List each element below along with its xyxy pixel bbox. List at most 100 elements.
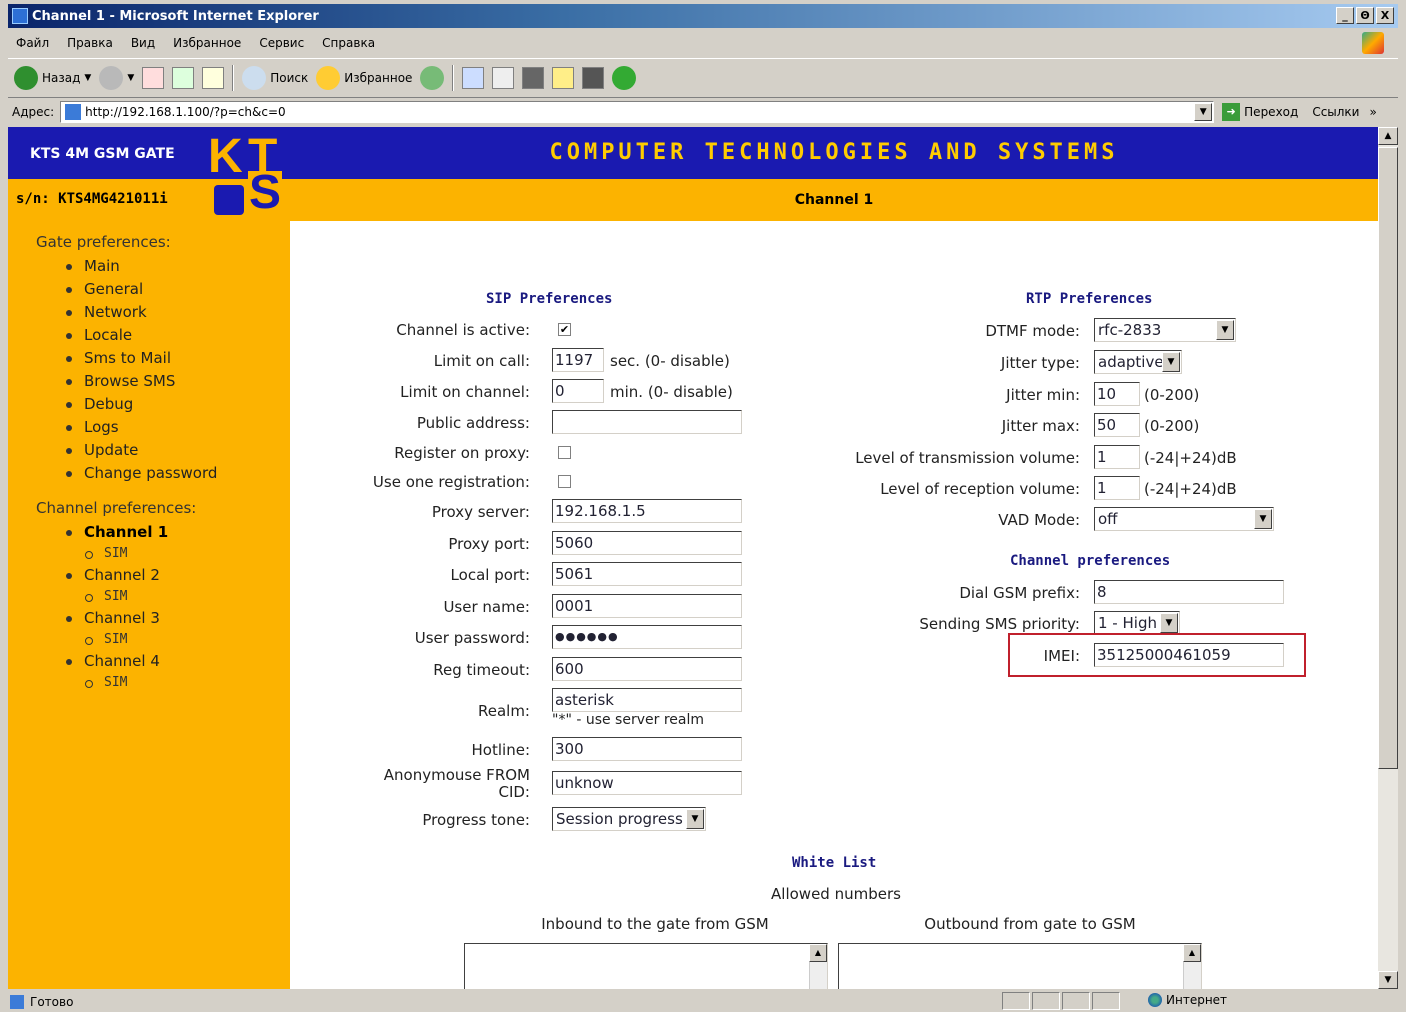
history-icon[interactable] — [420, 66, 445, 90]
inbound-numbers-textarea[interactable]: ▲ — [464, 943, 828, 989]
chevron-down-icon[interactable]: ▼ — [1254, 509, 1272, 529]
sidebar-item-change-password[interactable]: Change password — [8, 462, 290, 485]
forward-dropdown-icon[interactable]: ▼ — [127, 73, 134, 83]
scroll-up-icon[interactable]: ▲ — [809, 944, 827, 962]
close-button[interactable]: X — [1376, 7, 1394, 24]
scrollbar-thumb[interactable] — [1378, 147, 1398, 769]
sidebar-item-update[interactable]: Update — [8, 439, 290, 462]
sms-priority-select[interactable]: 1 - High ▼ — [1094, 611, 1180, 635]
sidebar-item-channel-4[interactable]: Channel 4 — [8, 650, 290, 673]
vad-select[interactable]: off ▼ — [1094, 507, 1274, 531]
jitter-min-note: (0-200) — [1144, 386, 1200, 404]
progress-tone-select[interactable]: Session progress ▼ — [552, 807, 706, 831]
tx-volume-label: Level of transmission volume: — [855, 449, 1080, 467]
gate-preferences-heading: Gate preferences: — [36, 233, 171, 251]
status-bar: Готово Интернет — [8, 992, 1398, 1012]
chevron-down-icon[interactable]: ▼ — [1160, 613, 1178, 633]
scroll-down-icon[interactable]: ▼ — [1378, 971, 1398, 989]
sidebar-item-network[interactable]: Network — [8, 301, 290, 324]
print-icon[interactable] — [492, 67, 515, 89]
back-label: Назад — [42, 71, 81, 85]
sidebar-item-locale[interactable]: Locale — [8, 324, 290, 347]
row-realm: Realm: asterisk "*" - use server realm — [290, 688, 890, 732]
jitter-min-input[interactable]: 10 — [1094, 382, 1140, 406]
back-dropdown-icon[interactable]: ▼ — [84, 73, 91, 83]
dtmf-select[interactable]: rfc-2833 ▼ — [1094, 318, 1236, 342]
menu-tools[interactable]: Сервис — [259, 36, 304, 50]
jitter-type-label: Jitter type: — [1000, 354, 1080, 372]
sidebar-item-channel-1-sim[interactable]: SIM — [8, 544, 290, 564]
sms-priority-value: 1 - High — [1098, 614, 1157, 632]
menu-favorites[interactable]: Избранное — [173, 36, 241, 50]
chevron-down-icon[interactable]: ▼ — [1216, 320, 1234, 340]
channel-active-checkbox[interactable]: ✔ — [558, 323, 571, 336]
restore-button[interactable]: Θ — [1356, 7, 1374, 24]
minimize-button[interactable]: _ — [1336, 7, 1354, 24]
jitter-type-select[interactable]: adaptive ▼ — [1094, 350, 1182, 374]
jitter-max-label: Jitter max: — [1001, 417, 1080, 435]
sidebar-item-channel-3-sim[interactable]: SIM — [8, 630, 290, 650]
hotline-input[interactable]: 300 — [552, 737, 742, 761]
edit-icon[interactable] — [522, 67, 545, 89]
register-proxy-checkbox[interactable] — [558, 446, 571, 459]
row-jitter-max: Jitter max: 50 (0-200) — [710, 413, 1370, 439]
favorites-button[interactable]: Избранное — [316, 66, 412, 90]
inbound-label: Inbound to the gate from GSM — [541, 915, 769, 933]
sidebar-item-sms-to-mail[interactable]: Sms to Mail — [8, 347, 290, 370]
proxy-port-input[interactable]: 5060 — [552, 531, 742, 555]
forward-arrow-icon — [99, 66, 124, 90]
outbound-label: Outbound from gate to GSM — [924, 915, 1136, 933]
sidebar-item-channel-1[interactable]: Channel 1 — [8, 521, 290, 544]
home-icon[interactable] — [202, 67, 225, 89]
realm-input[interactable]: asterisk — [552, 688, 742, 712]
one-registration-checkbox[interactable] — [558, 475, 571, 488]
limit-call-input[interactable]: 1197 — [552, 348, 604, 372]
sidebar-item-main[interactable]: Main — [8, 255, 290, 278]
page-scrollbar[interactable]: ▲ ▼ — [1378, 127, 1398, 989]
outbound-numbers-textarea[interactable]: ▲ — [838, 943, 1202, 989]
sidebar-item-logs[interactable]: Logs — [8, 416, 290, 439]
allowed-numbers-caption: Allowed numbers — [771, 885, 901, 903]
links-button[interactable]: Ссылки — [1312, 105, 1359, 119]
rx-volume-input[interactable]: 1 — [1094, 476, 1140, 500]
sidebar-item-channel-2-sim[interactable]: SIM — [8, 587, 290, 607]
scroll-up-icon[interactable]: ▲ — [1183, 944, 1201, 962]
tx-volume-input[interactable]: 1 — [1094, 445, 1140, 469]
address-dropdown-icon[interactable]: ▼ — [1194, 103, 1213, 121]
search-button[interactable]: Поиск — [242, 66, 308, 90]
imei-input[interactable]: 35125000461059 — [1094, 643, 1284, 667]
anonymous-from-input[interactable]: unknow — [552, 771, 742, 795]
chevron-down-icon[interactable]: ▼ — [1162, 352, 1180, 372]
mail-icon[interactable] — [462, 67, 485, 89]
sidebar-item-browse-sms[interactable]: Browse SMS — [8, 370, 290, 393]
messenger-icon[interactable] — [582, 67, 605, 89]
sidebar-item-channel-2[interactable]: Channel 2 — [8, 564, 290, 587]
row-jitter-min: Jitter min: 10 (0-200) — [710, 382, 1370, 408]
sidebar-item-channel-3[interactable]: Channel 3 — [8, 607, 290, 630]
menu-file[interactable]: Файл — [16, 36, 49, 50]
chevron-right-icon[interactable]: » — [1369, 105, 1376, 119]
address-url[interactable]: http://192.168.1.100/?p=ch&c=0 — [85, 105, 285, 119]
jitter-max-input[interactable]: 50 — [1094, 413, 1140, 437]
scroll-up-icon[interactable]: ▲ — [1378, 127, 1398, 145]
status-pane — [1032, 992, 1060, 1010]
menu-view[interactable]: Вид — [131, 36, 155, 50]
address-input[interactable]: http://192.168.1.100/?p=ch&c=0 ▼ — [60, 101, 1215, 123]
back-button[interactable]: Назад ▼ — [14, 66, 91, 90]
chevron-down-icon[interactable]: ▼ — [686, 809, 704, 829]
menu-edit[interactable]: Правка — [67, 36, 113, 50]
refresh-icon[interactable] — [172, 67, 195, 89]
stop-icon[interactable] — [142, 67, 165, 89]
menu-help[interactable]: Справка — [322, 36, 375, 50]
forward-button[interactable]: ▼ — [99, 66, 134, 90]
sidebar-item-channel-4-sim[interactable]: SIM — [8, 673, 290, 693]
page-viewport: KTS 4M GSM GATE COMPUTER TECHNOLOGIES AN… — [8, 127, 1378, 989]
sidebar-item-debug[interactable]: Debug — [8, 393, 290, 416]
clover-icon[interactable] — [612, 66, 637, 90]
row-progress-tone: Progress tone: Session progress ▼ — [290, 807, 890, 833]
limit-channel-input[interactable]: 0 — [552, 379, 604, 403]
sidebar-item-general[interactable]: General — [8, 278, 290, 301]
go-button[interactable]: ➜ Переход — [1222, 103, 1298, 121]
dial-prefix-input[interactable]: 8 — [1094, 580, 1284, 604]
folder-icon[interactable] — [552, 67, 575, 89]
